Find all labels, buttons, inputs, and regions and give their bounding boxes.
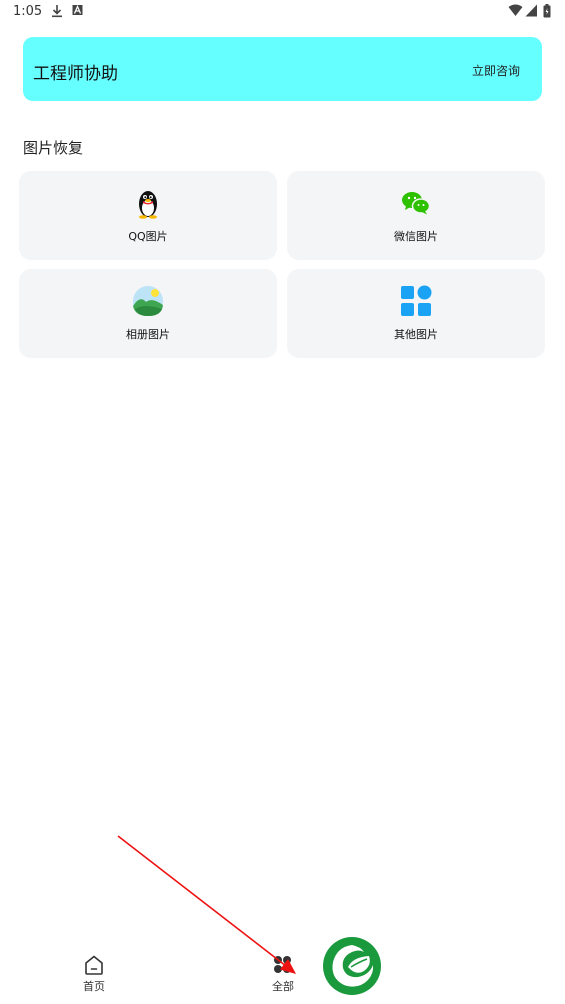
wechat-icon: [402, 192, 431, 215]
all-apps-icon: [274, 956, 291, 973]
card-label: 其他图片: [394, 328, 438, 341]
card-wechat-images[interactable]: 微信图片: [287, 171, 545, 260]
bottom-nav: 首页 全部: [0, 941, 565, 1004]
wifi-icon: [508, 4, 523, 16]
card-album-images[interactable]: 相册图片: [19, 269, 277, 358]
home-icon: [85, 955, 103, 975]
leaf-logo-icon[interactable]: [322, 936, 382, 996]
battery-icon: [543, 4, 551, 18]
nav-label: 首页: [83, 980, 105, 993]
card-other-images[interactable]: 其他图片: [287, 269, 545, 358]
section-title: 图片恢复: [23, 139, 84, 157]
status-time: 1:05: [13, 4, 43, 19]
card-label: 微信图片: [394, 230, 438, 243]
annotation-arrow: [117, 835, 296, 974]
consult-now-button[interactable]: 立即咨询: [472, 62, 520, 79]
banner-title: 工程师协助: [33, 64, 118, 84]
status-bar: 1:05: [0, 0, 565, 24]
nav-label: 全部: [272, 980, 294, 993]
cellular-signal-icon: [525, 4, 537, 17]
card-label: 相册图片: [126, 328, 170, 341]
qq-penguin-icon: [139, 191, 157, 219]
a-badge-icon: [72, 4, 83, 15]
nav-item-all[interactable]: 全部: [243, 941, 323, 1004]
nav-item-home[interactable]: 首页: [54, 941, 134, 1004]
gallery-landscape-icon: [133, 286, 163, 316]
apps-grid-icon: [401, 285, 432, 316]
download-icon: [52, 5, 62, 18]
card-label: QQ图片: [128, 230, 168, 243]
card-qq-images[interactable]: QQ图片: [19, 171, 277, 260]
engineer-assist-banner[interactable]: 工程师协助 立即咨询: [23, 37, 542, 101]
